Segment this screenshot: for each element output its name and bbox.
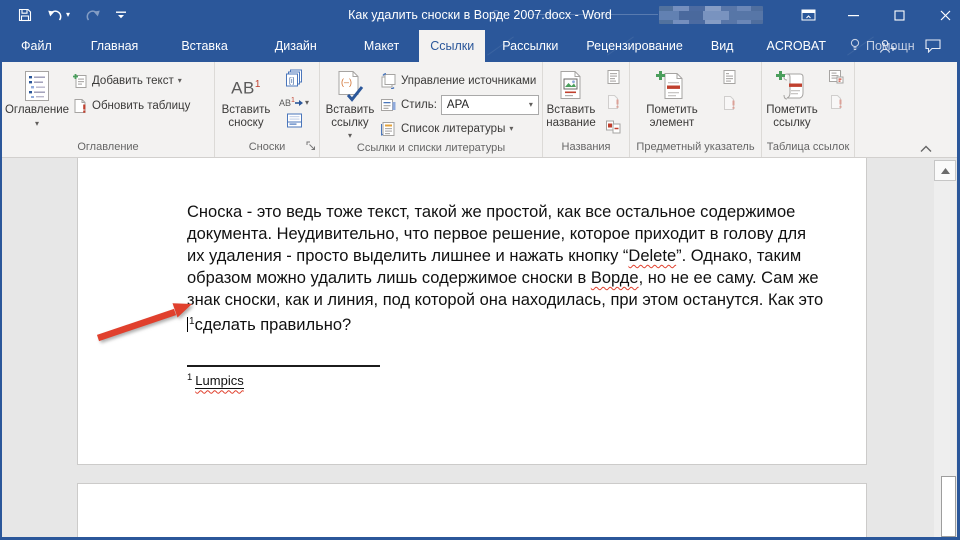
mark-citation-button[interactable]: Пометить ссылку: [762, 65, 822, 139]
toc-button[interactable]: Оглавление ▾: [2, 65, 72, 139]
decoration: [492, 10, 500, 18]
show-notes-icon[interactable]: [286, 113, 303, 133]
minimize-icon[interactable]: [839, 0, 868, 30]
footnote-number: 1: [187, 372, 192, 383]
ribbon-tab-bar: Файл Главная Вставка Дизайн Макет Ссылки…: [0, 30, 960, 62]
group-label: Предметный указатель: [630, 139, 761, 157]
mark-entry-icon: [655, 68, 689, 104]
undo-icon[interactable]: ▾: [47, 0, 70, 30]
tab-home[interactable]: Главная: [80, 30, 150, 62]
group-captions: Вставить название Названия: [543, 62, 630, 157]
insert-citation-button[interactable]: (–) Вставить ссылку ▾: [320, 65, 380, 140]
decoration: [528, 14, 658, 15]
manage-sources-button[interactable]: Управление источниками: [380, 70, 539, 91]
tab-design[interactable]: Дизайн: [264, 30, 328, 62]
maximize-icon[interactable]: [885, 0, 914, 30]
spellcheck-word: Ворде: [591, 269, 639, 287]
text-line: документа. Неудивительно, что первое реш…: [187, 223, 823, 245]
update-table-of-figures-icon[interactable]: [606, 94, 621, 115]
title-bar: ▾ Как удалить сноски в Ворде 2007.docx -…: [0, 0, 960, 30]
next-footnote-icon[interactable]: AB1 ▾: [279, 97, 309, 108]
scrollbar-up-icon[interactable]: [934, 160, 956, 181]
tab-references[interactable]: Ссылки: [419, 30, 485, 62]
group-label: Названия: [543, 139, 629, 157]
svg-text:[i]: [i]: [289, 78, 295, 85]
footnote: 1Lumpics: [187, 372, 244, 388]
document-area: Сноска - это ведь тоже текст, такой же п…: [0, 158, 960, 540]
insert-caption-icon: [557, 68, 585, 104]
footnote-link[interactable]: Lumpics: [195, 373, 243, 389]
update-table-button[interactable]: Обновить таблицу: [72, 95, 190, 116]
mark-entry-button[interactable]: Пометить элемент: [630, 65, 714, 139]
text-line: Сноска - это ведь тоже текст, такой же п…: [187, 201, 823, 223]
text-line: образом можно удалить лишь содержимое сн…: [187, 267, 823, 289]
quick-access-toolbar: ▾: [18, 0, 126, 30]
window-border-left: [0, 62, 2, 540]
spellcheck-word: Delete: [628, 247, 676, 265]
share-person-icon[interactable]: [872, 30, 902, 62]
ribbon: Оглавление ▾ Добавить текст▾ Обновить та…: [0, 62, 960, 158]
redo-icon[interactable]: [85, 0, 101, 30]
document-page-1[interactable]: Сноска - это ведь тоже текст, такой же п…: [77, 158, 867, 465]
cross-reference-icon[interactable]: [605, 119, 621, 139]
tab-mailings[interactable]: Рассылки: [491, 30, 569, 62]
insert-table-of-figures-icon[interactable]: [606, 69, 621, 90]
bibliography-button[interactable]: Список литературы▾: [380, 118, 539, 139]
customize-qat-icon[interactable]: [116, 0, 126, 30]
insert-citation-icon: (–): [335, 68, 365, 104]
insert-footnote-button[interactable]: AB1 Вставить сноску: [215, 65, 277, 139]
insert-endnote-icon[interactable]: [i]: [285, 69, 304, 92]
group-label: Ссылки и списки литературы: [320, 140, 542, 157]
tab-file[interactable]: Файл: [7, 30, 66, 62]
insert-table-of-authorities-icon[interactable]: [828, 69, 844, 89]
tab-layout[interactable]: Макет: [353, 30, 410, 62]
insert-caption-button[interactable]: Вставить название: [543, 65, 599, 139]
dialog-launcher-icon[interactable]: [306, 141, 316, 154]
scrollbar-thumb[interactable]: [941, 476, 956, 537]
group-label: Сноски: [215, 139, 319, 157]
citation-style-select[interactable]: APA ▾: [441, 95, 539, 115]
group-label: Оглавление: [2, 139, 214, 157]
red-arrow-annotation: [86, 298, 206, 350]
paragraph: Сноска - это ведь тоже текст, такой же п…: [187, 201, 823, 336]
footnote-separator: [187, 365, 380, 367]
tab-view[interactable]: Вид: [700, 30, 745, 62]
tab-insert[interactable]: Вставка: [170, 30, 238, 62]
style-row: Стиль: APA ▾: [380, 94, 539, 115]
group-citations: (–) Вставить ссылку ▾ Управление источни…: [320, 62, 543, 157]
update-index-icon[interactable]: [722, 95, 737, 116]
group-table-of-authorities: Пометить ссылку Таблица ссылок: [762, 62, 855, 157]
text-line: их удаления - просто выделить лишнее и н…: [187, 245, 823, 267]
group-label: Таблица ссылок: [762, 139, 854, 157]
group-table-of-contents: Оглавление ▾ Добавить текст▾ Обновить та…: [2, 62, 215, 157]
group-index: Пометить элемент Предметный указатель: [630, 62, 762, 157]
account-name-blurred: [659, 6, 763, 24]
add-text-button[interactable]: Добавить текст▾: [72, 70, 190, 91]
tab-review[interactable]: Рецензирование: [575, 30, 694, 62]
text-line: 1сделать правильно?: [187, 311, 823, 336]
window-controls: [794, 0, 960, 30]
text-line: знак сноски, как и линия, под которой он…: [187, 289, 823, 311]
document-page-2[interactable]: [77, 483, 867, 540]
insert-index-icon[interactable]: [722, 69, 737, 90]
close-icon[interactable]: [931, 0, 960, 30]
toc-icon: [23, 68, 51, 104]
save-icon[interactable]: [18, 0, 32, 30]
comments-icon[interactable]: [918, 30, 948, 62]
svg-text:(–): (–): [341, 77, 352, 87]
ribbon-display-options-icon[interactable]: [794, 0, 823, 30]
collapse-ribbon-icon[interactable]: [917, 143, 935, 155]
insert-footnote-icon: AB1: [231, 68, 261, 104]
update-table-of-authorities-icon[interactable]: [829, 94, 844, 115]
tab-acrobat[interactable]: ACROBAT: [755, 30, 837, 62]
group-footnotes: AB1 Вставить сноску [i] AB1 ▾ Сноски: [215, 62, 320, 157]
mark-citation-icon: [775, 68, 809, 104]
